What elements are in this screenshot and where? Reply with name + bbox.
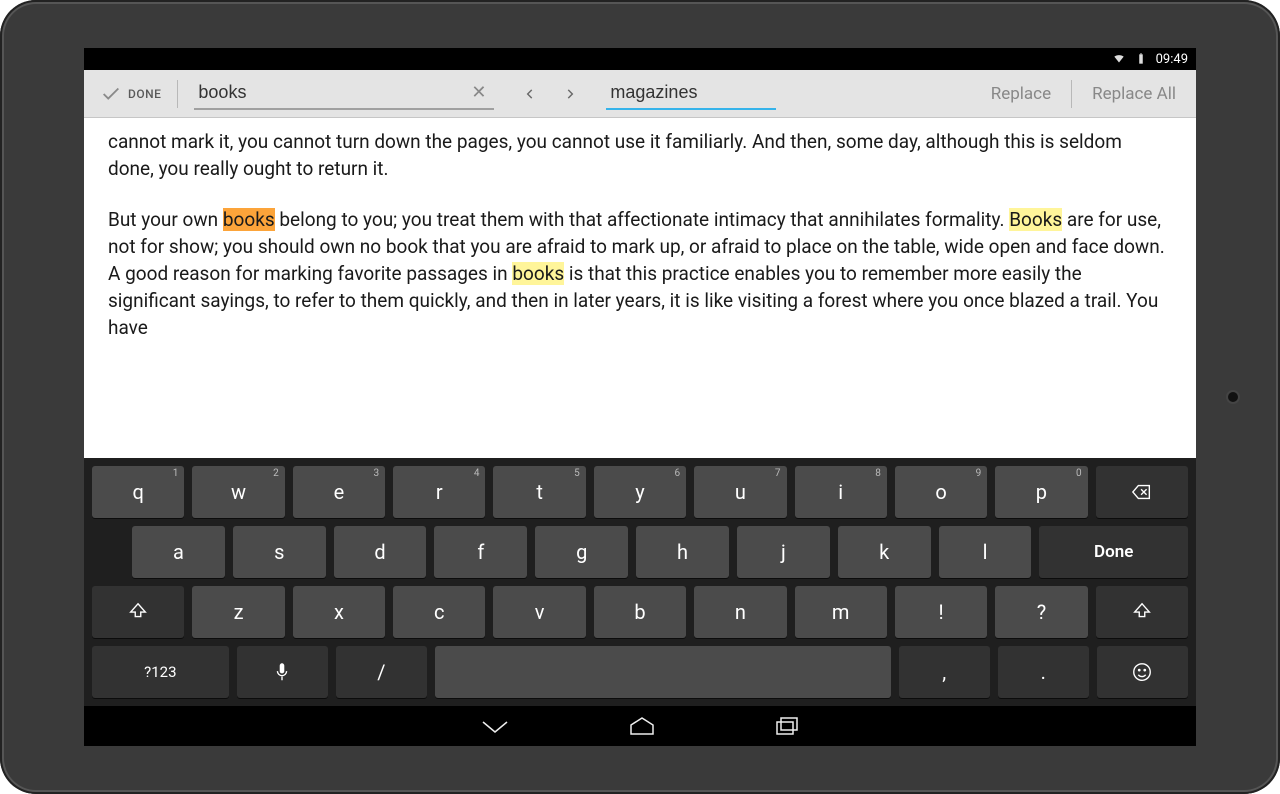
key-k[interactable]: k [838,526,931,578]
shift-key[interactable] [1096,586,1188,638]
key-p[interactable]: 0p [995,466,1087,518]
emoji-key[interactable] [1097,646,1188,698]
emoji-icon [1131,661,1153,683]
backspace-icon [1131,481,1153,503]
backspace-key[interactable] [1096,466,1188,518]
key-d[interactable]: d [334,526,427,578]
key-v[interactable]: v [493,586,585,638]
space-key[interactable] [435,646,891,698]
battery-icon [1134,52,1148,66]
key-comma[interactable]: , [899,646,990,698]
replace-button[interactable]: Replace [977,70,1065,117]
key-m[interactable]: m [795,586,887,638]
status-bar: 09:49 [84,48,1196,70]
done-label: DONE [128,87,161,101]
find-input[interactable] [194,82,463,103]
key-l[interactable]: l [939,526,1032,578]
key-z[interactable]: z [192,586,284,638]
clock: 09:49 [1156,52,1188,67]
microphone-icon [271,661,293,683]
match: books [512,262,564,285]
key-r[interactable]: 4r [393,466,485,518]
chevron-right-icon [563,87,577,101]
key-b[interactable]: b [594,586,686,638]
on-screen-keyboard: 1q2w3e4r5t6y7u8i9o0p asdfghjklDone zxcvb… [84,458,1196,706]
key-h[interactable]: h [636,526,729,578]
separator [1071,80,1072,108]
done-key[interactable]: Done [1039,526,1188,578]
key-slash[interactable]: / [336,646,427,698]
paragraph: cannot mark it, you cannot turn down the… [108,128,1172,182]
clear-icon[interactable]: ✕ [463,82,494,103]
match: Books [1009,208,1062,231]
check-icon [100,83,122,105]
key-y[interactable]: 6y [594,466,686,518]
key-t[interactable]: 5t [493,466,585,518]
find-field-wrap: ✕ [194,78,494,110]
key-w[interactable]: 2w [192,466,284,518]
key-u[interactable]: 7u [694,466,786,518]
key-e[interactable]: 3e [293,466,385,518]
key-q[interactable]: 1q [92,466,184,518]
key-f[interactable]: f [434,526,527,578]
key-o[interactable]: 9o [895,466,987,518]
replace-input[interactable] [606,82,776,103]
shift-icon [127,601,149,623]
home-icon[interactable] [629,716,655,736]
document-body[interactable]: cannot mark it, you cannot turn down the… [84,118,1196,458]
key-a[interactable]: a [132,526,225,578]
separator [177,80,178,108]
done-button[interactable]: DONE [90,70,171,117]
symbols-key[interactable]: ?123 [92,646,229,698]
shift-icon [1131,601,1153,623]
wifi-icon [1112,52,1126,66]
key-period[interactable]: . [998,646,1089,698]
key-j[interactable]: j [737,526,830,578]
android-nav-bar [84,706,1196,746]
key-c[interactable]: c [393,586,485,638]
shift-key[interactable] [92,586,184,638]
replace-all-button[interactable]: Replace All [1078,70,1190,117]
match-current: books [223,208,275,231]
chevron-left-icon [523,87,537,101]
key-x[interactable]: x [293,586,385,638]
back-icon[interactable] [481,718,509,734]
key-qmark[interactable]: ? [995,586,1087,638]
key-g[interactable]: g [535,526,628,578]
tablet-camera [1226,390,1240,404]
paragraph: But your own books belong to you; you tr… [108,206,1172,341]
next-match-button[interactable] [552,76,588,112]
replace-field-wrap [606,78,776,110]
recents-icon[interactable] [775,716,799,736]
prev-match-button[interactable] [512,76,548,112]
key-i[interactable]: 8i [795,466,887,518]
key-excl[interactable]: ! [895,586,987,638]
key-n[interactable]: n [694,586,786,638]
mic-key[interactable] [237,646,328,698]
find-replace-toolbar: DONE ✕ Replace Replace All [84,70,1196,118]
key-s[interactable]: s [233,526,326,578]
